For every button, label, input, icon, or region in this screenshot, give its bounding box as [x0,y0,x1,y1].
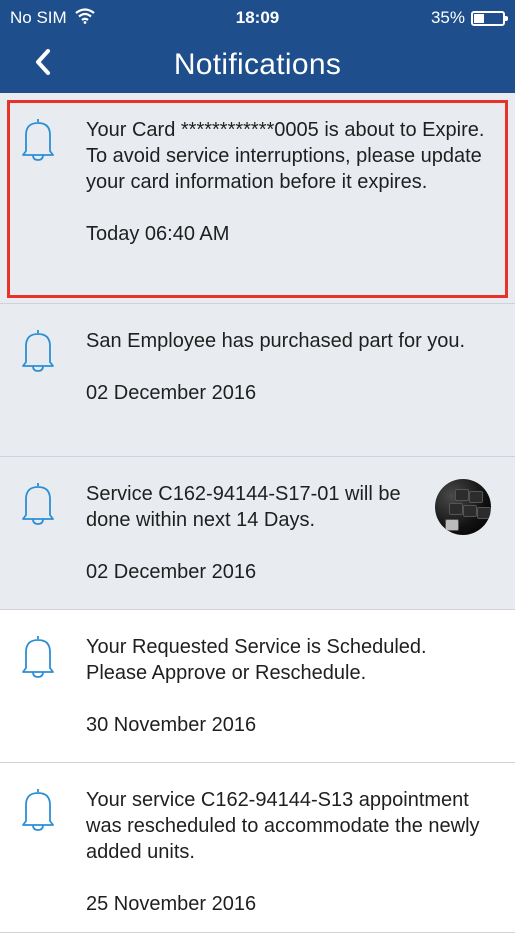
notification-time: 02 December 2016 [86,561,257,583]
notification-body: Your Requested Service is Scheduled. Ple… [86,634,491,762]
avatar-detail [463,505,477,517]
bell-icon [18,787,58,932]
back-button[interactable] [28,48,58,80]
notification-item[interactable]: Service C162-94144-S17-01 will be done w… [0,457,515,610]
notification-time: 25 November 2016 [86,893,257,915]
chevron-left-icon [35,48,51,80]
carrier-label: No SIM [10,8,67,27]
notification-body: Your Card ************0005 is about to E… [86,117,491,303]
notification-message: Your Card ************0005 is about to E… [86,119,485,193]
notification-time: 30 November 2016 [86,714,257,736]
avatar-detail [445,519,459,531]
bell-icon [18,481,58,609]
notification-item[interactable]: Your service C162-94144-S13 appointment … [0,763,515,933]
notification-message: San Employee has purchased part for you. [86,330,466,352]
notification-message: Your Requested Service is Scheduled. Ple… [86,636,427,684]
avatar-detail [455,489,469,501]
avatar-detail [449,503,463,515]
notification-body: San Employee has purchased part for you.… [86,328,491,456]
notification-time: 02 December 2016 [86,382,257,404]
notification-list: Your Card ************0005 is about to E… [0,93,515,933]
status-right: 35% [430,8,508,28]
notification-time: Today 06:40 AM [86,223,230,245]
status-bar: No SIM 18:09 35% [0,0,515,36]
notification-item[interactable]: Your Requested Service is Scheduled. Ple… [0,610,515,763]
avatar-detail [469,491,483,503]
status-left: No SIM [10,7,95,29]
avatar-detail [477,507,491,519]
wifi-icon [75,7,95,29]
bell-icon [18,328,58,456]
navigation-bar: Notifications [0,36,515,93]
notification-message: Service C162-94144-S17-01 will be done w… [86,483,401,531]
notification-item[interactable]: San Employee has purchased part for you.… [0,304,515,457]
avatar [435,479,491,535]
bell-icon [18,117,58,303]
bell-icon [18,634,58,762]
notification-message: Your service C162-94144-S13 appointment … [86,789,480,863]
battery-fill [474,13,484,23]
notification-body: Service C162-94144-S17-01 will be done w… [86,481,425,609]
battery-percent: 35% [430,8,465,27]
page-title: Notifications [173,47,342,81]
notification-item[interactable]: Your Card ************0005 is about to E… [0,93,515,304]
notification-body: Your service C162-94144-S13 appointment … [86,787,491,932]
battery-icon [471,10,508,26]
